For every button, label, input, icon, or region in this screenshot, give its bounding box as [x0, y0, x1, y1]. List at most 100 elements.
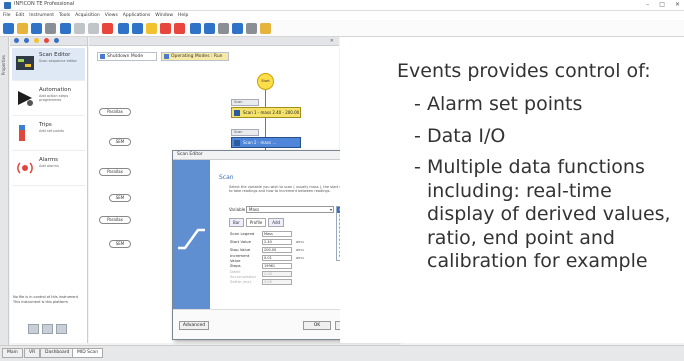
tab-main[interactable]: Main — [2, 348, 23, 358]
menu-applications[interactable]: Applications — [123, 11, 151, 20]
panel-tab-icon[interactable] — [54, 38, 59, 43]
detector-node[interactable]: Parallax — [99, 168, 131, 176]
delete-icon[interactable] — [56, 324, 67, 334]
maximize-icon[interactable]: □ — [659, 1, 665, 8]
sidebar-item-alarms[interactable]: Alarms Add alarms — [12, 153, 85, 186]
toolbar-button-icon[interactable] — [260, 23, 271, 34]
sidebar-item-sub: Add alarms — [39, 164, 59, 168]
menu-views[interactable]: Views — [105, 11, 118, 20]
dialog-title: Scan Editor — [177, 152, 203, 157]
toolbar-button-icon[interactable] — [88, 23, 99, 34]
toolbar-button-icon[interactable] — [31, 23, 42, 34]
advanced-button[interactable]: Advanced — [179, 321, 209, 330]
bullet-item: - Data I/O — [414, 124, 506, 147]
scan-node[interactable]: Scan 1 - mass 2.40 - 200.00 — [231, 107, 301, 118]
ok-button[interactable]: OK — [303, 321, 331, 330]
panel-tab-icon[interactable] — [14, 38, 19, 43]
minimize-icon[interactable]: – — [646, 1, 649, 8]
toolbar-button-icon[interactable] — [60, 23, 71, 34]
field-input: 3.00 — [262, 278, 292, 285]
menu-acquisition[interactable]: Acquisition — [75, 11, 100, 20]
tab-profile[interactable]: Profile — [245, 218, 267, 227]
ramp-icon — [178, 228, 205, 250]
menu-tools[interactable]: Tools — [59, 11, 70, 20]
toolbar-button-icon[interactable] — [17, 23, 28, 34]
scan-editor-icon — [16, 56, 34, 70]
toolbar-button-icon[interactable] — [160, 23, 171, 34]
field-input[interactable]: 0.01 — [262, 254, 292, 261]
menu-window[interactable]: Window — [155, 11, 173, 20]
field-input[interactable]: 2.40 — [262, 238, 292, 245]
close-icon[interactable]: ✕ — [675, 1, 680, 8]
panel-tab-icon[interactable] — [44, 38, 49, 43]
toolbar-button-icon[interactable] — [118, 23, 129, 34]
close-icon[interactable]: ✕ — [330, 38, 334, 44]
toolbar-button-icon[interactable] — [102, 23, 113, 34]
sidebar-item-sub: Add action steps programmes — [39, 94, 69, 102]
field-unit: amu — [296, 239, 304, 244]
toolbar-button-icon[interactable] — [232, 23, 243, 34]
tab-dashboard[interactable]: Dashboard — [40, 348, 75, 358]
menu-file[interactable]: File — [3, 11, 11, 20]
window-title: INFICON TE Professional — [14, 1, 75, 7]
tab-vr[interactable]: VR — [24, 348, 41, 358]
field-row: Start Value 2.40 amu — [230, 238, 304, 245]
start-node[interactable]: Start — [257, 73, 274, 90]
link-icon[interactable] — [42, 324, 53, 334]
sidebar-item-scan-editor[interactable]: Scan Editor Scan sequence editor — [12, 48, 85, 81]
toolbar-button-icon[interactable] — [3, 23, 14, 34]
menu-help[interactable]: Help — [178, 11, 188, 20]
toolbar-button-icon[interactable] — [146, 23, 157, 34]
field-input[interactable]: 19961 — [262, 262, 292, 269]
dialog-tabs: Bar Profile Add — [229, 218, 285, 227]
field-input[interactable]: Mass — [262, 230, 292, 237]
detector-node[interactable]: SEM — [109, 138, 131, 146]
edit-icon[interactable] — [28, 324, 39, 334]
dialog-heading: Scan — [219, 174, 234, 181]
mode-label: Shutdown Mode — [107, 54, 144, 59]
field-label: Settle (ms) — [230, 279, 251, 284]
scan-node-icon — [234, 140, 240, 146]
bullet-item: - Alarm set points — [414, 93, 583, 115]
panel-tab-icon[interactable] — [34, 38, 39, 43]
app-window: INFICON TE Professional – □ ✕ File Edit … — [0, 0, 684, 361]
tab-add[interactable]: Add — [268, 218, 285, 227]
sidebar-item-automation[interactable]: Automation Add action steps programmes — [12, 83, 85, 116]
sidebar-item-trips[interactable]: Trips Add set points — [12, 118, 85, 151]
toolbar-button-icon[interactable] — [45, 23, 56, 34]
toolbar-button-icon[interactable] — [246, 23, 257, 34]
alarms-icon — [17, 162, 33, 174]
sidebar-item-label: Trips — [39, 122, 52, 128]
scan-node[interactable]: Scan 2 - mass ... — [231, 137, 301, 148]
properties-strip[interactable]: Properties — [0, 37, 9, 347]
detector-node[interactable]: Parallax — [99, 216, 131, 224]
title-bar: INFICON TE Professional – □ ✕ — [0, 0, 684, 11]
sidebar-item-sub: Scan sequence editor — [39, 59, 77, 63]
bullet-text: Alarm set points — [427, 93, 583, 115]
toolbar-button-icon[interactable] — [132, 23, 143, 34]
operating-mode-tab[interactable]: Operating Modes : Run — [161, 52, 229, 61]
variable-select[interactable]: Mass — [246, 206, 334, 213]
field-row: Dwell Accumulation 2.00 — [230, 269, 296, 279]
panel-tab-icon[interactable] — [24, 38, 29, 43]
menu-edit[interactable]: Edit — [16, 11, 25, 20]
field-unit: amu — [296, 255, 304, 260]
toolbar-button-icon[interactable] — [174, 23, 185, 34]
dialog-side-banner — [173, 160, 210, 310]
toolbar-button-icon[interactable] — [190, 23, 201, 34]
detector-node[interactable]: SEM — [109, 194, 131, 202]
detector-node[interactable]: Parallax — [99, 108, 131, 116]
detector-node[interactable]: SEM — [109, 240, 131, 248]
toolbar-button-icon[interactable] — [74, 23, 85, 34]
sidebar-item-sub: Add set points — [39, 129, 65, 133]
sidebar-item-label: Automation — [39, 87, 72, 93]
tab-mid-scan[interactable]: MID Scan — [72, 348, 104, 358]
field-input[interactable]: 200.00 — [262, 246, 292, 253]
events-side-panel: Scan Editor Scan sequence editor Automat… — [10, 37, 88, 343]
tab-bar[interactable]: Bar — [229, 218, 244, 227]
field-row: Increment Value 0.01 amu — [230, 253, 304, 263]
toolbar-button-icon[interactable] — [204, 23, 215, 34]
shutdown-mode-tab[interactable]: Shutdown Mode — [97, 52, 157, 61]
menu-instrument[interactable]: Instrument — [29, 11, 54, 20]
toolbar-button-icon[interactable] — [218, 23, 229, 34]
